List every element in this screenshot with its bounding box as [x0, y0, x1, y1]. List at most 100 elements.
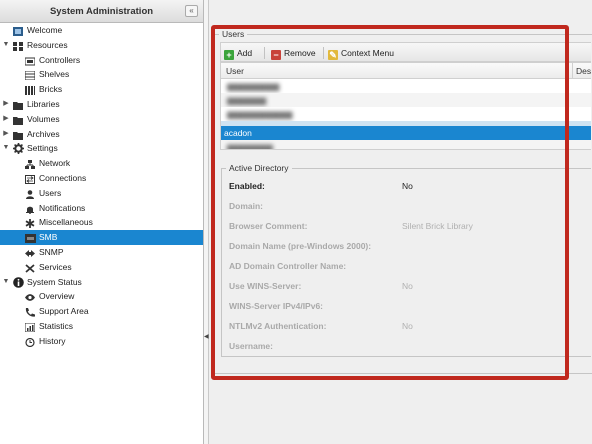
ad-label-domain: Domain: [229, 201, 263, 211]
nav-item-support-area[interactable]: Support Area [0, 304, 203, 319]
nav-label: Notifications [39, 202, 86, 213]
nav-label: SMB [39, 232, 58, 243]
nav-label: Miscellaneous [39, 217, 93, 228]
folder-icon [13, 130, 23, 140]
table-row[interactable]: ▆▆▆▆▆▆ [221, 93, 591, 107]
table-row-selected[interactable]: acadon [221, 126, 591, 140]
expanded-arrow-icon[interactable]: ▼ [2, 38, 10, 53]
collapse-arrow-icon[interactable]: ◀ [204, 333, 209, 340]
nav-item-settings[interactable]: ▼ Settings [0, 141, 203, 156]
nav-item-shelves[interactable]: Shelves [0, 67, 203, 82]
sidebar-header: System Administration « [0, 0, 203, 23]
table-row[interactable]: ▆▆▆▆▆▆▆▆▆▆ [221, 107, 591, 121]
table-row[interactable]: ▆▆▆▆▆▆▆▆ [221, 79, 591, 93]
nav-item-smb[interactable]: SMB [0, 230, 203, 245]
nav-item-volumes[interactable]: ▶ Volumes [0, 112, 203, 127]
shelves-icon [24, 70, 36, 81]
redacted-user: ▆▆▆▆▆▆▆▆ [227, 81, 280, 91]
ad-value-enabled: No [402, 181, 413, 191]
column-header-description[interactable]: Desc [576, 66, 591, 76]
nav-item-snmp[interactable]: SNMP [0, 245, 203, 260]
nav-label: Volumes [27, 113, 60, 124]
nav-label: Libraries [27, 98, 60, 109]
sidebar-title: System Administration [49, 6, 154, 17]
ad-label-browser-comment: Browser Comment: [229, 221, 308, 231]
users-legend: Users [219, 29, 248, 39]
ad-label-use-wins: Use WINS-Server: [229, 281, 302, 291]
nav-item-overview[interactable]: Overview [0, 289, 203, 304]
add-label: Add [237, 48, 253, 58]
clock-icon [25, 337, 35, 347]
nav-item-miscellaneous[interactable]: Miscellaneous [0, 215, 203, 230]
asterisk-icon [25, 218, 35, 229]
collapse-sidebar-button[interactable]: « [185, 5, 198, 17]
pencil-icon: ✎ [328, 50, 338, 60]
users-grid: User Desc ▆▆▆▆▆▆▆▆ ▆▆▆▆▆▆ ▆▆▆▆▆▆▆▆▆▆ aca… [220, 62, 591, 150]
controllers-icon [24, 56, 36, 66]
folder-icon [13, 100, 23, 110]
ad-label-enabled: Enabled: [229, 181, 265, 191]
context-menu-label: Context Menu [341, 48, 394, 58]
nav-item-services[interactable]: Services [0, 260, 203, 275]
nav-label: Welcome [27, 25, 63, 35]
nav-item-welcome[interactable]: Welcome [0, 23, 203, 38]
tools-icon [25, 263, 35, 273]
nav-item-notifications[interactable]: Notifications [0, 201, 203, 216]
nav-label: Archives [27, 128, 60, 139]
redacted-user: ▆▆▆▆▆▆ [227, 95, 267, 105]
nav-item-bricks[interactable]: Bricks [0, 82, 203, 97]
resources-icon [13, 41, 23, 51]
collapsed-arrow-icon[interactable]: ▶ [2, 127, 10, 142]
expanded-arrow-icon[interactable]: ▼ [2, 275, 10, 290]
ad-value-use-wins: No [402, 281, 413, 291]
column-header-user[interactable]: User [226, 66, 244, 76]
bell-icon [25, 204, 35, 214]
column-divider[interactable] [572, 63, 573, 79]
nav-label: Connections [39, 172, 87, 183]
nav-item-statistics[interactable]: Statistics [0, 319, 203, 334]
users-toolbar: + Add − Remove ✎ Context Menu [220, 42, 591, 62]
phone-icon [25, 307, 35, 317]
nav-item-archives[interactable]: ▶ Archives [0, 127, 203, 142]
connections-icon [25, 174, 35, 184]
nav-label: SNMP [39, 246, 64, 257]
nav-label: System Status [27, 276, 82, 287]
collapsed-arrow-icon[interactable]: ▶ [2, 112, 10, 127]
nav-label: Overview [39, 291, 75, 302]
users-grid-header: User Desc [221, 63, 591, 79]
redacted-user: ▆▆▆▆▆▆▆ [227, 142, 273, 150]
context-menu-button[interactable]: ✎ Context Menu [328, 47, 394, 60]
ad-label-username: Username: [229, 341, 273, 351]
active-directory-legend: Active Directory [226, 163, 292, 173]
smb-icon [25, 233, 36, 244]
nav-item-libraries[interactable]: ▶ Libraries [0, 97, 203, 112]
remove-user-button[interactable]: − Remove [271, 47, 316, 60]
toolbar-separator [323, 47, 324, 59]
toolbar-separator [264, 47, 265, 59]
nav-item-controllers[interactable]: Controllers [0, 53, 203, 68]
ad-label-domain-controller: AD Domain Controller Name: [229, 261, 347, 271]
collapsed-arrow-icon[interactable]: ▶ [2, 97, 10, 112]
nav-item-users[interactable]: Users [0, 186, 203, 201]
user-name: acadon [224, 128, 252, 138]
info-icon [13, 276, 24, 288]
nav-label: Bricks [39, 84, 63, 95]
nav-label: Shelves [39, 69, 70, 80]
add-user-button[interactable]: + Add [224, 47, 253, 60]
chart-icon [24, 322, 36, 333]
nav-item-network[interactable]: Network [0, 156, 203, 171]
nav-item-system-status[interactable]: ▼ System Status [0, 275, 203, 290]
table-row[interactable]: ▆▆▆▆▆▆▆ [221, 140, 591, 150]
nav-item-connections[interactable]: Connections [0, 171, 203, 186]
nav-item-resources[interactable]: ▼ Resources [0, 38, 203, 53]
nav-item-history[interactable]: History [0, 334, 203, 349]
network-icon [25, 159, 35, 170]
ad-value-browser-comment: Silent Brick Library [402, 221, 473, 231]
snmp-icon [25, 248, 35, 257]
minus-icon: − [271, 50, 281, 60]
nav-label: Resources [27, 39, 68, 50]
expanded-arrow-icon[interactable]: ▼ [2, 141, 10, 156]
nav-label: Support Area [39, 306, 89, 317]
ad-value-ntlmv2: No [402, 321, 413, 331]
plus-icon: + [224, 50, 234, 60]
